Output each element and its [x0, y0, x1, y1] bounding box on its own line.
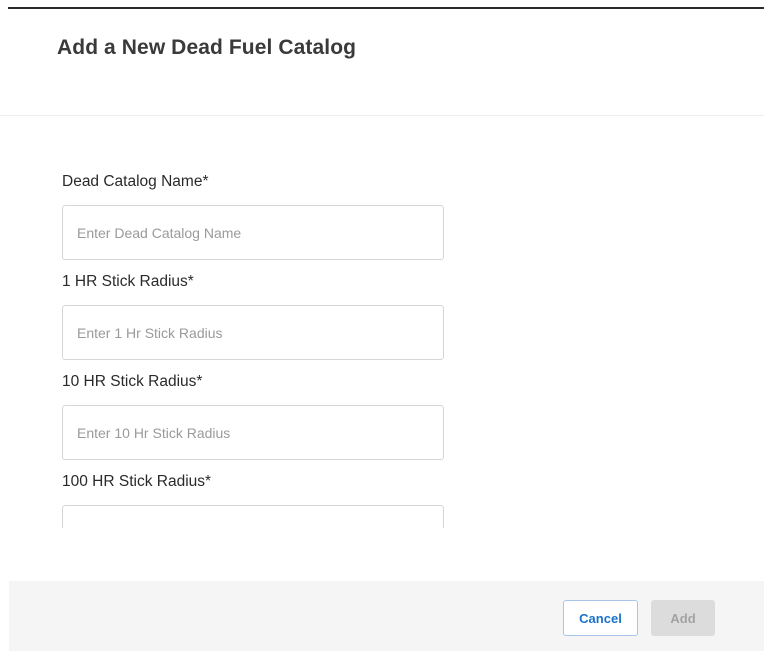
ten-hr-stick-radius-input[interactable] [62, 405, 444, 460]
dialog-header: Add a New Dead Fuel Catalog [0, 9, 764, 116]
one-hr-stick-radius-input[interactable] [62, 305, 444, 360]
dialog-body[interactable]: Dead Catalog Name* 1 HR Stick Radius* 10… [0, 116, 764, 528]
dead-catalog-name-label: Dead Catalog Name* [62, 173, 209, 190]
dialog-title: Add a New Dead Fuel Catalog [57, 36, 357, 59]
add-dead-fuel-catalog-dialog: Add a New Dead Fuel Catalog Dead Catalog… [0, 0, 764, 651]
dead-catalog-name-input[interactable] [62, 205, 444, 260]
add-button[interactable]: Add [651, 600, 715, 636]
dialog-footer: Cancel Add [9, 581, 764, 651]
hundred-hr-stick-radius-input[interactable] [62, 505, 444, 528]
hundred-hr-stick-radius-label: 100 HR Stick Radius* [62, 473, 212, 490]
cancel-button[interactable]: Cancel [563, 600, 638, 636]
one-hr-stick-radius-label: 1 HR Stick Radius* [62, 273, 194, 290]
ten-hr-stick-radius-label: 10 HR Stick Radius* [62, 373, 203, 390]
